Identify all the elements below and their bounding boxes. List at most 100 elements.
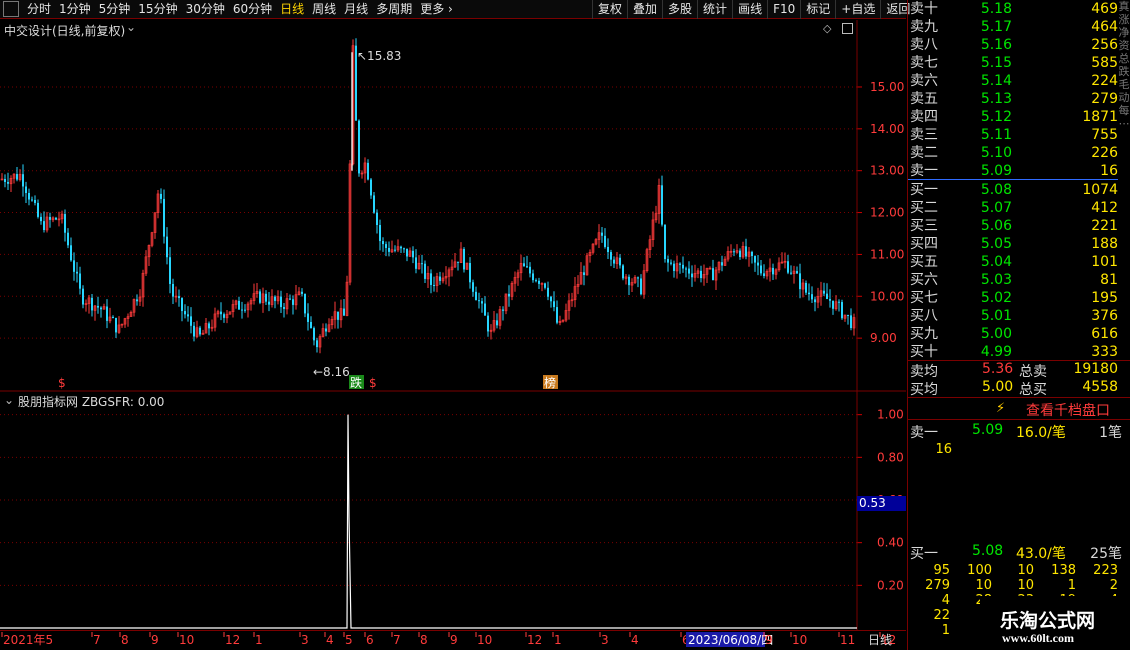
toolbar-button-6[interactable]: 标记: [800, 0, 835, 19]
candle: [55, 216, 57, 221]
time-label: 12: [527, 633, 542, 647]
ask-name: 卖三: [910, 127, 938, 143]
ask-name: 卖十: [910, 1, 938, 17]
buy1-price: 5.08: [972, 543, 1004, 559]
candle: [325, 323, 327, 337]
candle: [508, 285, 510, 307]
candle: [717, 261, 721, 274]
signal-marker-mid: $: [369, 376, 377, 390]
candle: [667, 255, 669, 272]
toolbar-button-0[interactable]: 复权: [592, 0, 627, 19]
ask-price: 5.17: [980, 19, 1012, 35]
diamond-icon[interactable]: ◇: [823, 22, 831, 35]
candle: [601, 227, 603, 243]
ask-row[interactable]: 卖四 5.12 1871: [908, 108, 1118, 126]
ask-price: 5.09: [980, 163, 1012, 179]
toolbar-button-7[interactable]: +自选: [835, 0, 880, 19]
candle: [246, 301, 250, 318]
ask-row[interactable]: 卖五 5.13 279: [908, 90, 1118, 108]
toolbar-button-5[interactable]: F10: [767, 0, 800, 19]
depth-button[interactable]: 查看千档盘口: [1026, 400, 1110, 420]
bid-volume: 81: [1100, 272, 1118, 288]
candle: [535, 278, 537, 283]
candle: [301, 288, 303, 297]
window-restore-icon[interactable]: [842, 23, 853, 34]
bid-row[interactable]: 买八 5.01 376: [908, 307, 1118, 325]
svg-text:跌: 跌: [350, 375, 362, 390]
period-tab-3[interactable]: 15分钟: [134, 0, 181, 19]
bid-row[interactable]: 买四 5.05 188: [908, 235, 1118, 253]
ask-row[interactable]: 卖七 5.15 585: [908, 54, 1118, 72]
bid-row[interactable]: 买一 5.08 1074: [908, 181, 1118, 199]
price-tick-label: 11.00: [870, 247, 904, 261]
site-logo: 乐淘公式网 www.60lt.com: [980, 596, 1130, 650]
candle: [435, 272, 439, 293]
bid-row[interactable]: 买十 4.99 333: [908, 343, 1118, 361]
candle: [406, 248, 408, 262]
candle: [513, 271, 517, 292]
period-tab-7[interactable]: 周线: [308, 0, 340, 19]
sell1-count: 1笔: [1099, 425, 1122, 441]
ask-row[interactable]: 卖十 5.18 469: [908, 0, 1118, 18]
bid-name: 买一: [910, 182, 938, 198]
period-tab-9[interactable]: 多周期: [372, 0, 416, 19]
ask-row[interactable]: 卖一 5.09 16: [908, 162, 1118, 180]
toolbar-button-4[interactable]: 画线: [732, 0, 767, 19]
indicator-menu-icon[interactable]: ⌄: [4, 393, 14, 407]
indicator-chart[interactable]: 1.000.800.600.400.20 ⌄ 股朋指标网 ZBGSFR: 0.0…: [0, 392, 906, 630]
ask-row[interactable]: 卖九 5.17 464: [908, 18, 1118, 36]
bid-row[interactable]: 买五 5.04 101: [908, 253, 1118, 271]
candle: [82, 285, 84, 309]
candle: [382, 237, 384, 252]
candle: [675, 255, 679, 279]
candle: [172, 278, 174, 304]
chart-menu-icon[interactable]: ⌄: [126, 20, 136, 34]
candle: [558, 315, 562, 326]
candle: [412, 246, 414, 264]
candle: [234, 299, 238, 309]
period-tab-1[interactable]: 1分钟: [55, 0, 95, 19]
candle: [156, 189, 160, 219]
bid-name: 买四: [910, 236, 938, 252]
bid-row[interactable]: 买七 5.02 195: [908, 289, 1118, 307]
ask-row[interactable]: 卖三 5.11 755: [908, 126, 1118, 144]
candle: [624, 274, 628, 285]
candle: [97, 296, 99, 314]
bid-row[interactable]: 买二 5.07 412: [908, 199, 1118, 217]
time-label: 7: [93, 633, 101, 647]
candle: [297, 287, 301, 296]
candle: [153, 212, 157, 239]
ask-price: 5.15: [980, 55, 1012, 71]
period-tab-8[interactable]: 月线: [340, 0, 372, 19]
bid-row[interactable]: 买六 5.03 81: [908, 271, 1118, 289]
candle: [645, 247, 649, 273]
toolbar-button-1[interactable]: 叠加: [627, 0, 662, 19]
candle: [576, 275, 580, 295]
candle: [654, 205, 658, 223]
candle: [579, 262, 583, 285]
period-tab-0[interactable]: 分时: [23, 0, 55, 19]
price-tick-label: 13.00: [870, 164, 904, 178]
bid-name: 买六: [910, 272, 938, 288]
ask-row[interactable]: 卖二 5.10 226: [908, 144, 1118, 162]
period-tab-10[interactable]: 更多 ›: [416, 0, 457, 19]
toolbar-button-2[interactable]: 多股: [662, 0, 697, 19]
bid-row[interactable]: 买九 5.00 616: [908, 325, 1118, 343]
period-tab-5[interactable]: 60分钟: [229, 0, 276, 19]
candle: [43, 211, 45, 233]
period-tab-6[interactable]: 日线: [276, 0, 308, 19]
candle: [757, 255, 759, 276]
candle: [696, 268, 700, 279]
candlestick-plot: 15.00 14.00 13.00 12.00 11.00 10.00 9.00 ↖15.83…: [0, 20, 906, 392]
candlestick-chart[interactable]: 15.00 14.00 13.00 12.00 11.00 10.00 9.00 ↖15.83…: [0, 20, 906, 392]
collapse-button[interactable]: [3, 1, 19, 17]
toolbar-button-3[interactable]: 统计: [697, 0, 732, 19]
ask-row[interactable]: 卖六 5.14 224: [908, 72, 1118, 90]
candle: [723, 256, 727, 267]
bid-row[interactable]: 买三 5.06 221: [908, 217, 1118, 235]
candle: [270, 289, 274, 308]
period-tab-4[interactable]: 30分钟: [182, 0, 229, 19]
time-label: 8: [121, 633, 129, 647]
ask-row[interactable]: 卖八 5.16 256: [908, 36, 1118, 54]
period-tab-2[interactable]: 5分钟: [95, 0, 135, 19]
